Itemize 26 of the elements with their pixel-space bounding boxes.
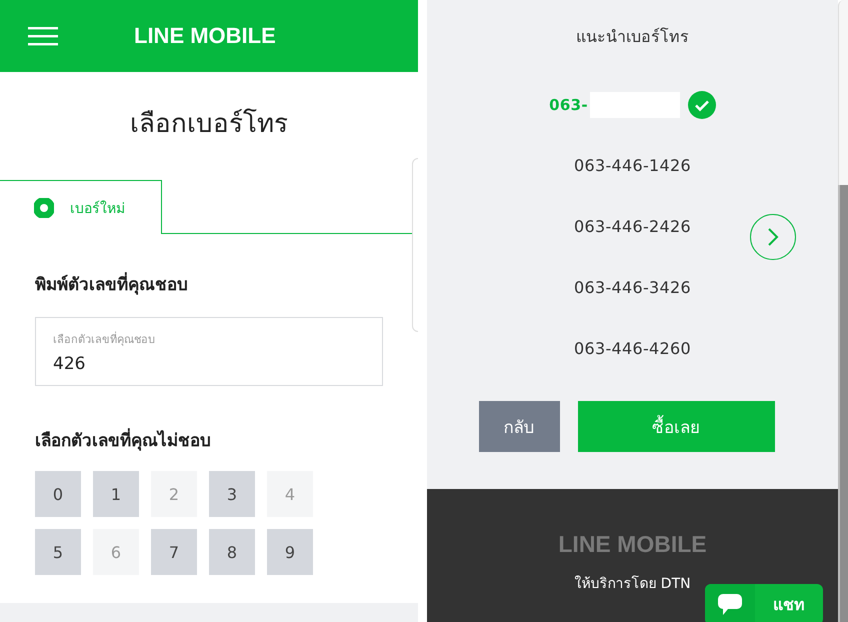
check-icon (688, 90, 716, 118)
section-heading: พิมพ์ตัวเลขที่คุณชอบ (0, 270, 418, 297)
digit-button[interactable]: 9 (267, 529, 313, 575)
digit-button[interactable]: 0 (35, 471, 81, 517)
digit-button[interactable]: 5 (35, 529, 81, 575)
chevron-right-icon (766, 227, 780, 247)
phone-number[interactable]: 063-446-4260 (574, 339, 691, 358)
section-heading: เลือกตัวเลขที่คุณไม่ชอบ (0, 426, 418, 453)
phone-number[interactable]: 063-446-2426 (574, 217, 691, 236)
page-title: เลือกเบอร์โทร (129, 108, 289, 141)
digit-button[interactable]: 3 (209, 471, 255, 517)
digit-button[interactable]: 7 (151, 529, 197, 575)
radio-icon (34, 198, 54, 218)
back-button[interactable]: กลับ (478, 401, 560, 452)
next-button[interactable] (750, 214, 796, 260)
footer-logo: LINE MOBILE (558, 531, 707, 558)
provider-text: ให้บริการโดย DTN (574, 574, 691, 594)
phone-number[interactable]: 063-446-1426 (574, 156, 691, 175)
digit-button[interactable]: 8 (209, 529, 255, 575)
digit-button[interactable]: 1 (93, 471, 139, 517)
phone-number[interactable]: 063-446-3426 (574, 278, 691, 297)
chat-bubble-icon (717, 592, 743, 616)
scrollbar[interactable] (838, 0, 848, 622)
input-field[interactable]: เลือกตัวเลขที่คุณชอบ 426 (35, 317, 383, 386)
section-title: แนะนำเบอร์โทร (576, 26, 689, 46)
menu-icon[interactable] (28, 26, 58, 46)
